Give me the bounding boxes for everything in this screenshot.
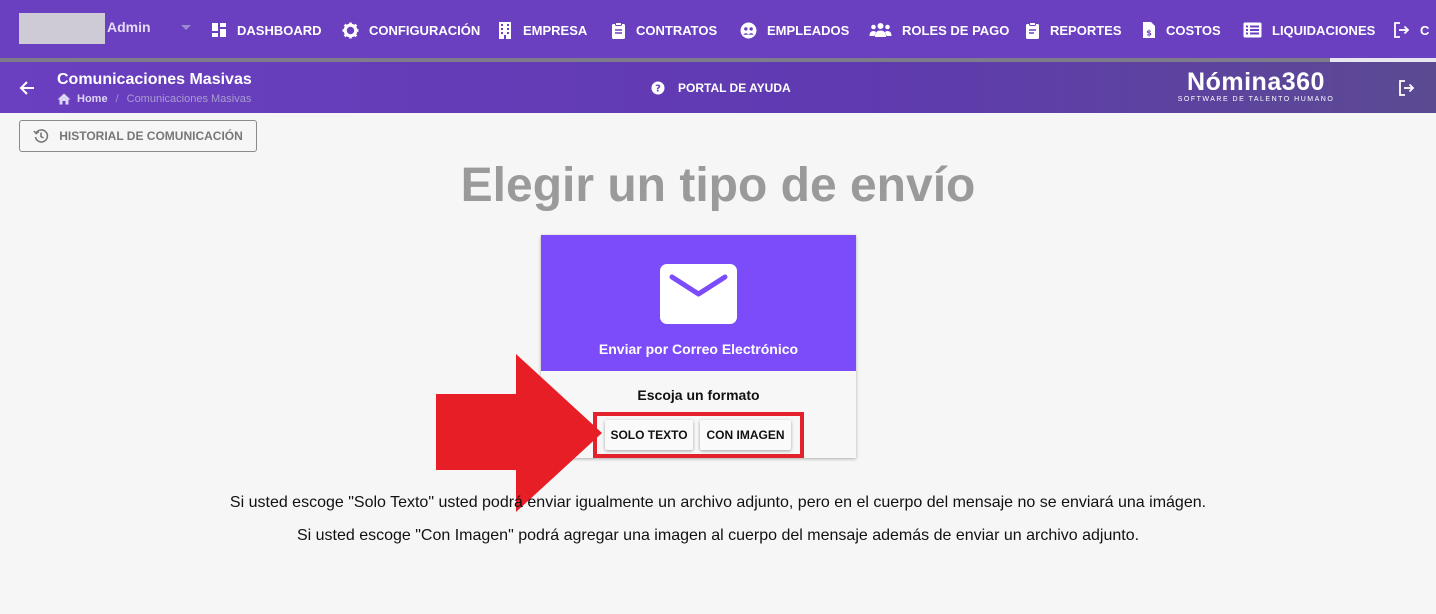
nav-item-empresa[interactable]: EMPRESA — [497, 19, 587, 41]
exit-icon[interactable] — [1398, 80, 1415, 101]
nav-item-liquidaciones[interactable]: LIQUIDACIONES — [1243, 19, 1375, 41]
solo-texto-note: Si usted escoge "Solo Texto" usted podrá… — [229, 494, 1207, 511]
history-label: HISTORIAL DE COMUNICACIÓN — [59, 129, 243, 143]
svg-text:$: $ — [1146, 29, 1152, 38]
red-arrow-icon — [436, 354, 602, 512]
logo-main-text: Nómina360 — [1187, 68, 1325, 96]
brand-logo: Nómina360 SOFTWARE DE TALENTO HUMANO — [1174, 68, 1338, 104]
nav-label: LIQUIDACIONES — [1272, 22, 1376, 38]
list-icon — [1243, 22, 1262, 38]
nav-item-configuracion[interactable]: CONFIGURACIÓN — [342, 19, 480, 41]
nav-item-costos[interactable]: $ COSTOS — [1142, 19, 1221, 41]
report-icon — [1026, 21, 1039, 39]
nav-label: ROLES DE PAGO — [902, 22, 1010, 38]
help-label: PORTAL DE AYUDA — [678, 81, 791, 95]
help-portal-link[interactable]: ? PORTAL DE AYUDA — [651, 81, 791, 95]
breadcrumb-current: Comunicaciones Masivas — [126, 93, 252, 105]
group-icon — [869, 23, 892, 37]
page-title: Comunicaciones Masivas — [57, 71, 252, 88]
invoice-icon: $ — [1143, 22, 1155, 38]
nav-item-cerrar[interactable]: C — [1393, 19, 1429, 41]
history-icon — [33, 129, 49, 143]
choose-send-type-heading: Elegir un tipo de envío — [460, 159, 976, 212]
nav-label: CONTRATOS — [636, 22, 718, 38]
nav-label: EMPRESA — [523, 22, 588, 38]
user-avatar — [19, 13, 105, 44]
nav-item-contratos[interactable]: CONTRATOS — [611, 19, 717, 41]
nav-item-empleados[interactable]: EMPLEADOS — [740, 19, 849, 41]
building-icon — [499, 22, 511, 39]
chevron-down-icon[interactable] — [181, 25, 191, 30]
nav-label: REPORTES — [1050, 22, 1122, 38]
history-button[interactable]: HISTORIAL DE COMUNICACIÓN — [19, 120, 257, 152]
breadcrumb: Home / Comunicaciones Masivas — [57, 93, 251, 105]
dashboard-icon — [212, 23, 226, 37]
user-name: Admin — [107, 19, 151, 35]
gear-icon — [342, 22, 359, 38]
breadcrumb-separator: / — [115, 93, 119, 105]
clipboard-icon — [612, 21, 625, 39]
nav-label: COSTOS — [1166, 22, 1221, 38]
nav-item-dashboard[interactable]: DASHBOARD — [211, 19, 322, 41]
user-menu[interactable]: Admin — [19, 13, 197, 44]
nav-label: EMPLEADOS — [767, 22, 850, 38]
logo-subtitle: SOFTWARE DE TALENTO HUMANO — [1177, 96, 1335, 103]
card-header: Enviar por Correo Electrónico — [541, 235, 856, 371]
nav-item-reportes[interactable]: REPORTES — [1025, 19, 1122, 41]
home-icon[interactable] — [57, 93, 71, 105]
people-circle-icon — [740, 22, 757, 38]
highlight-box — [593, 412, 804, 458]
con-imagen-note: Si usted escoge "Con Imagen" podrá agreg… — [296, 527, 1140, 544]
page-header: Comunicaciones Masivas Home / Comunicaci… — [0, 62, 1436, 113]
back-arrow-icon[interactable] — [19, 80, 35, 101]
svg-text:?: ? — [655, 84, 661, 95]
top-navbar: Admin DASHBOARD CONFIGURACIÓN EMPRESA CO… — [0, 0, 1436, 58]
logout-icon — [1394, 22, 1410, 38]
nav-label: C — [1420, 22, 1430, 38]
help-icon: ? — [651, 81, 665, 95]
nav-item-roles-de-pago[interactable]: ROLES DE PAGO — [869, 19, 1009, 41]
breadcrumb-home[interactable]: Home — [77, 93, 108, 105]
nav-label: CONFIGURACIÓN — [369, 22, 481, 38]
mail-icon — [660, 264, 737, 324]
nav-label: DASHBOARD — [237, 22, 322, 38]
